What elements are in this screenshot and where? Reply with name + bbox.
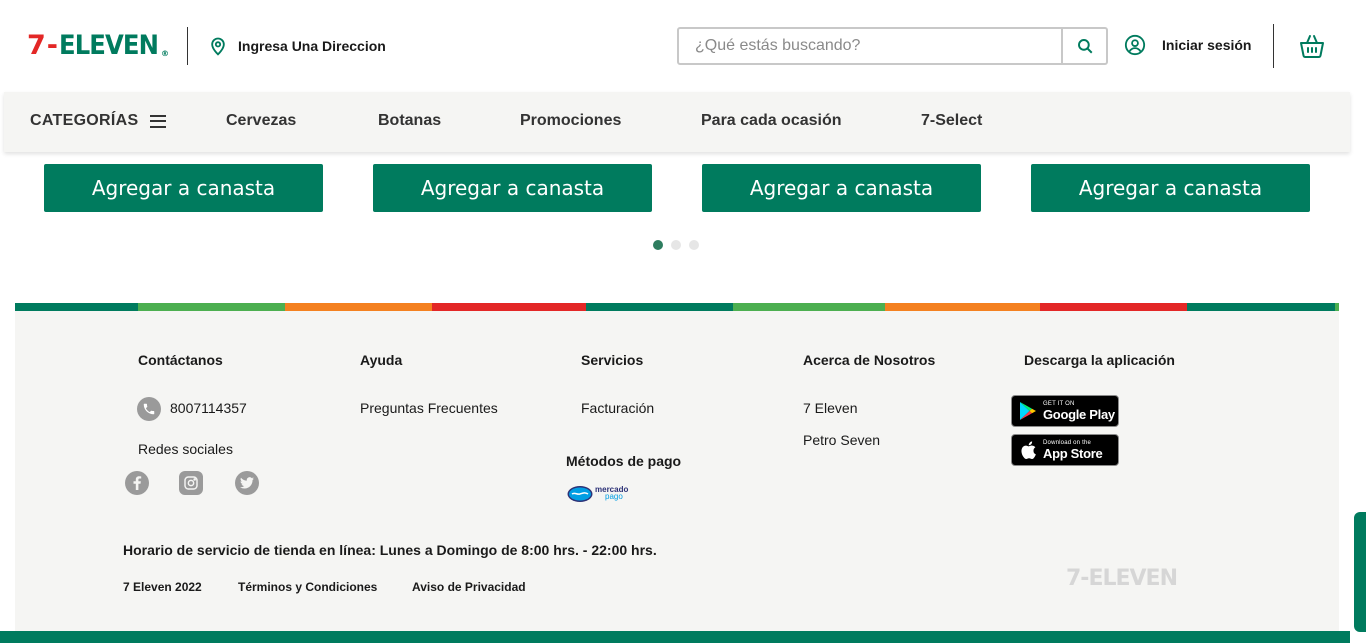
app-store-big-text: App Store	[1043, 446, 1103, 461]
nav-item-para-cada-ocasion[interactable]: Para cada ocasión	[701, 112, 842, 130]
footer-link-faq[interactable]: Preguntas Frecuentes	[360, 400, 498, 416]
search-input[interactable]	[679, 29, 1061, 63]
footer-color-stripe	[15, 303, 1339, 311]
store-hours-text: Horario de servicio de tienda en línea: …	[123, 542, 657, 558]
category-nav: CATEGORÍAS Cervezas Botanas Promociones …	[4, 92, 1350, 152]
carousel-dot[interactable]	[671, 240, 681, 250]
footer-heading-app: Descarga la aplicación	[1024, 352, 1175, 368]
google-play-big-text: Google Play	[1043, 407, 1115, 422]
facebook-icon[interactable]	[125, 471, 149, 495]
footer-heading-contact: Contáctanos	[138, 352, 223, 368]
social-heading: Redes sociales	[138, 441, 233, 457]
header-divider-right	[1273, 24, 1274, 68]
nav-item-7-select[interactable]: 7-Select	[921, 112, 982, 130]
user-circle-icon	[1124, 34, 1146, 56]
location-label: Ingresa Una Direccion	[238, 38, 386, 54]
instagram-icon[interactable]	[179, 471, 203, 495]
terms-link[interactable]: Términos y Condiciones	[238, 580, 377, 594]
phone-icon	[137, 397, 161, 421]
search-bar	[677, 27, 1108, 65]
hamburger-icon	[150, 114, 167, 128]
site-header: 7 - ELEVEN ® Ingresa Una Direccion Inici…	[0, 0, 1366, 92]
carousel-pagination	[653, 240, 699, 250]
add-to-basket-button[interactable]: Agregar a canasta	[44, 164, 323, 212]
app-store-badge[interactable]: Download on the App Store	[1011, 434, 1119, 466]
payment-methods-heading: Métodos de pago	[566, 453, 682, 469]
search-icon	[1077, 39, 1092, 54]
add-to-basket-button[interactable]: Agregar a canasta	[702, 164, 981, 212]
categories-label: CATEGORÍAS	[30, 112, 139, 129]
copyright-text: 7 Eleven 2022	[123, 580, 202, 594]
footer-heading-help: Ayuda	[360, 352, 403, 368]
header-divider	[187, 27, 188, 65]
nav-item-botanas[interactable]: Botanas	[378, 112, 441, 130]
apple-icon	[1021, 441, 1036, 460]
carousel-dot[interactable]	[689, 240, 699, 250]
nav-item-cervezas[interactable]: Cervezas	[226, 112, 296, 130]
logo-eleven: ELEVEN	[59, 29, 159, 61]
mercado-pago-logo: mercado pago	[567, 485, 628, 503]
logo-dash: -	[46, 29, 58, 61]
mercado-pago-text-line2: pago	[605, 492, 623, 501]
location-selector[interactable]: Ingresa Una Direccion	[208, 36, 386, 56]
nav-item-promociones[interactable]: Promociones	[520, 112, 621, 130]
carousel-dot[interactable]	[653, 240, 663, 250]
footer-heading-about: Acerca de Nosotros	[803, 352, 936, 368]
seven-eleven-logo[interactable]: 7 - ELEVEN ®	[27, 29, 169, 61]
logo-registered-mark: ®	[161, 48, 169, 58]
login-link[interactable]: Iniciar sesión	[1124, 34, 1251, 56]
scrollbar-thumb[interactable]	[1354, 512, 1366, 632]
site-footer: Contáctanos Ayuda Servicios Acerca de No…	[15, 311, 1339, 631]
search-button[interactable]	[1061, 29, 1106, 63]
footer-heading-services: Servicios	[581, 352, 644, 368]
privacy-link[interactable]: Aviso de Privacidad	[412, 580, 526, 594]
google-play-badge[interactable]: GET IT ON Google Play	[1011, 395, 1119, 427]
basket-icon[interactable]	[1298, 32, 1326, 60]
bottom-bar	[0, 631, 1350, 643]
add-to-basket-button[interactable]: Agregar a canasta	[1031, 164, 1310, 212]
logo-seven: 7	[27, 29, 46, 61]
map-pin-icon	[211, 37, 225, 56]
add-to-basket-button[interactable]: Agregar a canasta	[373, 164, 652, 212]
footer-link-petro-seven[interactable]: Petro Seven	[803, 432, 880, 448]
categories-menu-button[interactable]: CATEGORÍAS	[30, 112, 167, 130]
twitter-icon[interactable]	[235, 471, 259, 495]
login-label: Iniciar sesión	[1162, 37, 1252, 53]
footer-logo: 7-ELEVEN	[1066, 566, 1178, 591]
contact-phone[interactable]: 8007114357	[170, 400, 247, 416]
footer-link-invoicing[interactable]: Facturación	[581, 400, 654, 416]
footer-link-7-eleven[interactable]: 7 Eleven	[803, 400, 857, 416]
google-play-icon	[1020, 402, 1036, 420]
